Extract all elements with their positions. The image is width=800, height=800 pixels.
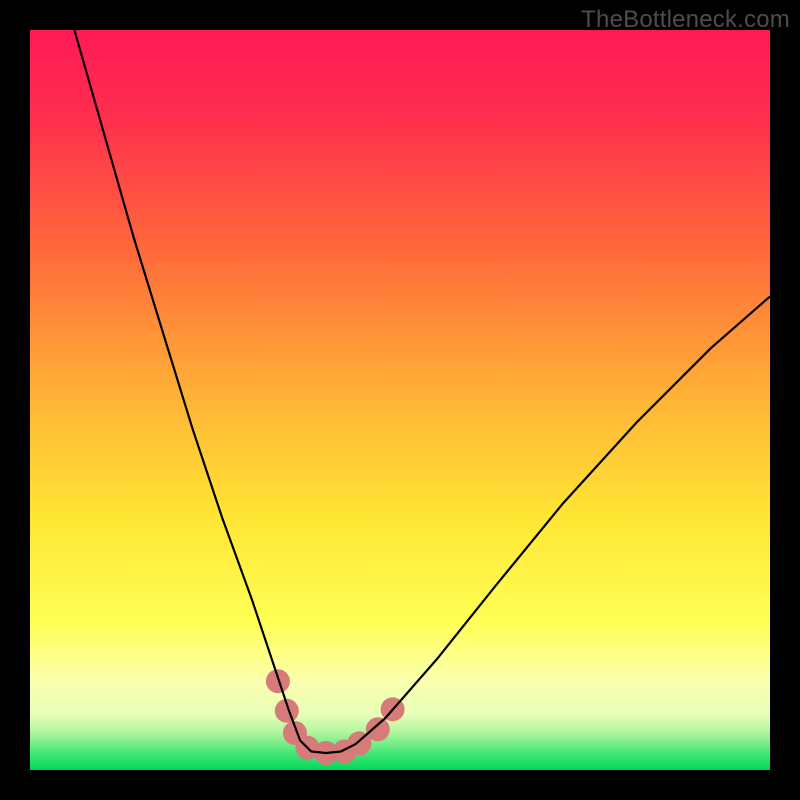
plot-area [30, 30, 770, 770]
bottleneck-curve-svg [30, 30, 770, 770]
bottleneck-curve [74, 30, 770, 753]
curve-markers [266, 669, 405, 765]
watermark-text: TheBottleneck.com [581, 6, 790, 34]
chart-frame: TheBottleneck.com [0, 0, 800, 800]
curve-marker [366, 717, 390, 741]
curve-marker [266, 669, 290, 693]
